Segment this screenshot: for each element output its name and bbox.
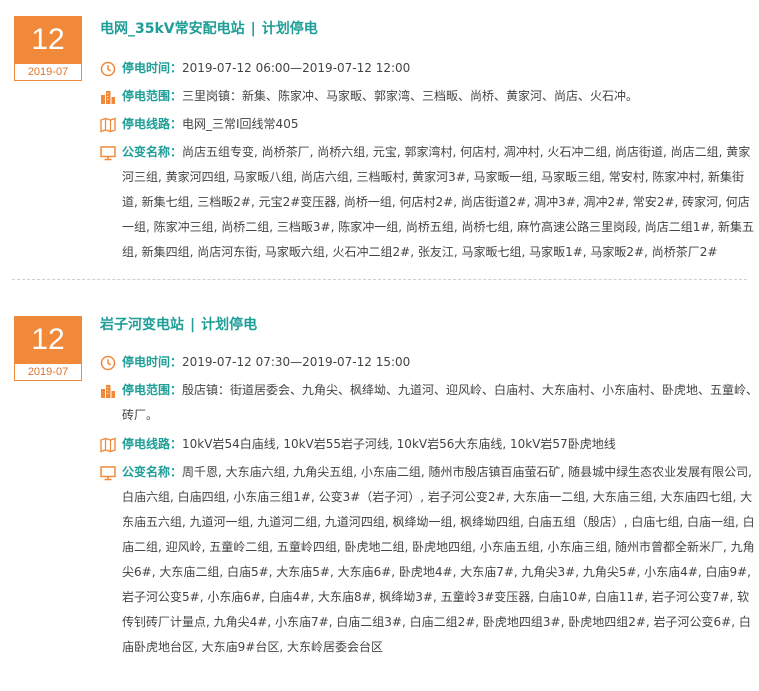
outage-time-value: 2019-07-12 07:30—2019-07-12 15:00 <box>182 355 411 369</box>
date-badge: 12 2019-07 <box>14 316 82 382</box>
clock-icon <box>100 355 116 371</box>
map-icon <box>100 117 116 133</box>
monitor-icon <box>100 465 116 481</box>
outage-line-value: 电网_三常Ⅰ回线常405 <box>182 117 299 131</box>
station-name[interactable]: 岩子河变电站 <box>100 317 184 333</box>
outage-line-label: 停电线路： <box>122 117 183 131</box>
title-separator: | <box>190 317 196 333</box>
date-badge: 12 2019-07 <box>14 16 82 82</box>
notice-title[interactable]: 岩子河变电站 | 计划停电 <box>100 312 759 338</box>
outage-time-label: 停电时间： <box>122 61 183 75</box>
date-day: 12 <box>14 316 82 364</box>
outage-line-row: 停电线路：电网_三常Ⅰ回线常405 <box>100 112 759 137</box>
date-day: 12 <box>14 16 82 64</box>
buildings-icon <box>100 383 116 399</box>
date-month: 2019-07 <box>14 364 82 381</box>
transformer-value: 尚店五组专变, 尚桥茶厂, 尚桥六组, 元宝, 郭家湾村, 何店村, 凋冲村, … <box>122 145 755 259</box>
outage-range-label: 停电范围： <box>122 383 183 397</box>
outage-notice: 12 2019-07 电网_35kV常安配电站 | 计划停电 停电时间：2019-0… <box>0 0 759 279</box>
outage-time-value: 2019-07-12 06:00—2019-07-12 12:00 <box>182 61 411 75</box>
transformer-row: 公变名称：尚店五组专变, 尚桥茶厂, 尚桥六组, 元宝, 郭家湾村, 何店村, … <box>100 140 759 265</box>
monitor-icon <box>100 145 116 161</box>
transformer-value: 周千恩, 大东庙六组, 九角尖五组, 小东庙二组, 随州市殷店镇百庙萤石矿, 随… <box>122 465 755 654</box>
notice-list: 12 2019-07 电网_35kV常安配电站 | 计划停电 停电时间：2019-0… <box>0 0 759 660</box>
clock-icon <box>100 61 116 77</box>
outage-range-value: 三里岗镇：新集、陈家冲、马家畈、郭家湾、三档畈、尚桥、黄家河、尚店、火石冲。 <box>182 89 639 103</box>
map-icon <box>100 437 116 453</box>
notice-title[interactable]: 电网_35kV常安配电站 | 计划停电 <box>100 16 759 42</box>
transformer-label: 公变名称： <box>122 145 183 159</box>
outage-range-value: 殷店镇：街道居委会、九角尖、枫绛坳、九道河、迎风岭、白庙村、大东庙村、小东庙村、… <box>122 383 759 422</box>
outage-range-row: 停电范围：三里岗镇：新集、陈家冲、马家畈、郭家湾、三档畈、尚桥、黄家河、尚店、火… <box>100 84 759 109</box>
outage-range-row: 停电范围：殷店镇：街道居委会、九角尖、枫绛坳、九道河、迎风岭、白庙村、大东庙村、… <box>100 378 759 428</box>
buildings-icon <box>100 89 116 105</box>
outage-type[interactable]: 计划停电 <box>201 317 257 333</box>
outage-notice: 12 2019-07 岩子河变电站 | 计划停电 停电时间：2019-07-12 0… <box>0 280 759 660</box>
outage-time-row: 停电时间：2019-07-12 07:30—2019-07-12 15:00 <box>100 350 759 375</box>
outage-time-label: 停电时间： <box>122 355 183 369</box>
outage-line-row: 停电线路：10kV岩54白庙线, 10kV岩55岩子河线, 10kV岩56大东庙… <box>100 432 759 457</box>
transformer-row: 公变名称：周千恩, 大东庙六组, 九角尖五组, 小东庙二组, 随州市殷店镇百庙萤… <box>100 460 759 660</box>
outage-range-label: 停电范围： <box>122 89 183 103</box>
outage-line-label: 停电线路： <box>122 437 183 451</box>
title-separator: | <box>250 21 256 37</box>
outage-type[interactable]: 计划停电 <box>262 21 318 37</box>
outage-time-row: 停电时间：2019-07-12 06:00—2019-07-12 12:00 <box>100 56 759 81</box>
date-month: 2019-07 <box>14 64 82 81</box>
station-name[interactable]: 电网_35kV常安配电站 <box>100 21 245 37</box>
transformer-label: 公变名称： <box>122 465 183 479</box>
outage-line-value: 10kV岩54白庙线, 10kV岩55岩子河线, 10kV岩56大东庙线, 10… <box>182 437 616 451</box>
